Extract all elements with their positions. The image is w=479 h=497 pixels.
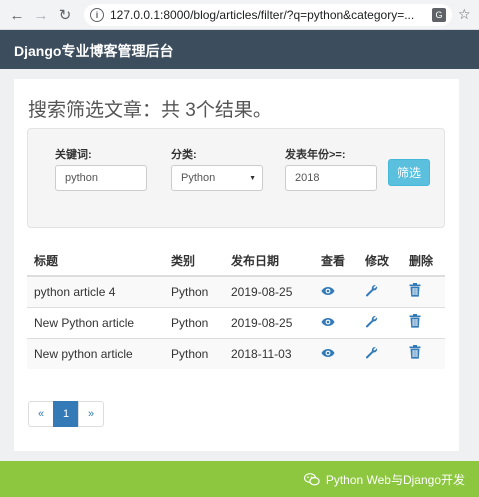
wrench-icon (366, 284, 378, 297)
category-label: 分类: (171, 149, 197, 161)
filter-form: 关键词: python 分类: Python ▼ 发表年份>=: 2018 筛选 (27, 128, 445, 228)
brand-title[interactable]: Django专业博客管理后台 (14, 41, 173, 61)
article-date: 2019-08-25 (224, 275, 314, 307)
col-header-delete: 删除 (402, 246, 445, 277)
edit-button[interactable] (365, 346, 378, 362)
bookmark-star-icon[interactable]: ☆ (458, 6, 471, 23)
caret-down-icon: ▼ (249, 175, 256, 182)
delete-button[interactable] (409, 314, 421, 331)
pagination: « 1 » (28, 401, 104, 427)
keyword-input[interactable]: python (55, 165, 147, 191)
eye-icon (321, 348, 335, 357)
watermark: Python Web与Django开发 (303, 471, 465, 488)
table-row: New python article Python 2018-11-03 (27, 337, 445, 369)
trash-icon (409, 345, 421, 359)
pagination-page-current[interactable]: 1 (53, 401, 79, 427)
reload-icon[interactable]: ↻ (54, 4, 76, 26)
view-button[interactable] (321, 285, 335, 299)
edit-button[interactable] (365, 284, 378, 300)
year-label: 发表年份>=: (285, 149, 346, 161)
translate-icon[interactable]: G (432, 8, 446, 22)
delete-button[interactable] (409, 345, 421, 362)
article-category: Python (164, 337, 224, 369)
url-text: 127.0.0.1:8000/blog/articles/filter/?q=p… (110, 8, 415, 22)
app-navbar: Django专业博客管理后台 (0, 30, 479, 69)
eye-icon (321, 286, 335, 295)
articles-table: 标题 类别 发布日期 查看 修改 删除 python article 4 Pyt… (27, 246, 445, 369)
category-select[interactable]: Python ▼ (171, 165, 263, 191)
category-selected-value: Python (181, 172, 216, 184)
eye-icon (321, 317, 335, 326)
info-icon[interactable]: i (90, 8, 104, 22)
col-header-category: 类别 (164, 246, 224, 277)
article-category: Python (164, 275, 224, 307)
address-bar[interactable]: i 127.0.0.1:8000/blog/articles/filter/?q… (84, 4, 452, 26)
year-input[interactable]: 2018 (285, 165, 377, 191)
forward-arrow-icon[interactable]: → (30, 4, 52, 26)
trash-icon (409, 314, 421, 328)
table-row: python article 4 Python 2019-08-25 (27, 275, 445, 307)
article-title: New python article (27, 337, 164, 369)
edit-button[interactable] (365, 315, 378, 331)
col-header-title: 标题 (27, 246, 164, 277)
wrench-icon (366, 315, 378, 327)
view-button[interactable] (321, 316, 335, 330)
col-header-view: 查看 (314, 246, 358, 277)
wechat-icon (303, 473, 320, 486)
back-arrow-icon[interactable]: ← (6, 4, 28, 26)
article-title: python article 4 (27, 275, 164, 307)
watermark-text: Python Web与Django开发 (325, 473, 465, 487)
browser-toolbar: ← → ↻ i 127.0.0.1:8000/blog/articles/fil… (0, 0, 479, 30)
col-header-date: 发布日期 (224, 246, 314, 277)
pagination-next[interactable]: » (78, 401, 104, 427)
article-date: 2019-08-25 (224, 306, 314, 338)
trash-icon (409, 283, 421, 297)
filter-button[interactable]: 筛选 (388, 159, 430, 186)
table-header-row: 标题 类别 发布日期 查看 修改 删除 (27, 246, 445, 277)
keyword-label: 关键词: (55, 149, 92, 161)
table-row: New Python article Python 2019-08-25 (27, 306, 445, 338)
view-button[interactable] (321, 347, 335, 361)
col-header-edit: 修改 (358, 246, 402, 277)
page-title: 搜索筛选文章：共 3个结果。 (28, 100, 272, 121)
article-date: 2018-11-03 (224, 337, 314, 369)
article-title: New Python article (27, 306, 164, 338)
delete-button[interactable] (409, 283, 421, 300)
wrench-icon (366, 346, 378, 359)
main-panel: 搜索筛选文章：共 3个结果。 关键词: python 分类: Python ▼ … (14, 79, 459, 451)
article-category: Python (164, 306, 224, 338)
watermark-band: Python Web与Django开发 (0, 461, 479, 497)
pagination-prev[interactable]: « (28, 401, 54, 427)
